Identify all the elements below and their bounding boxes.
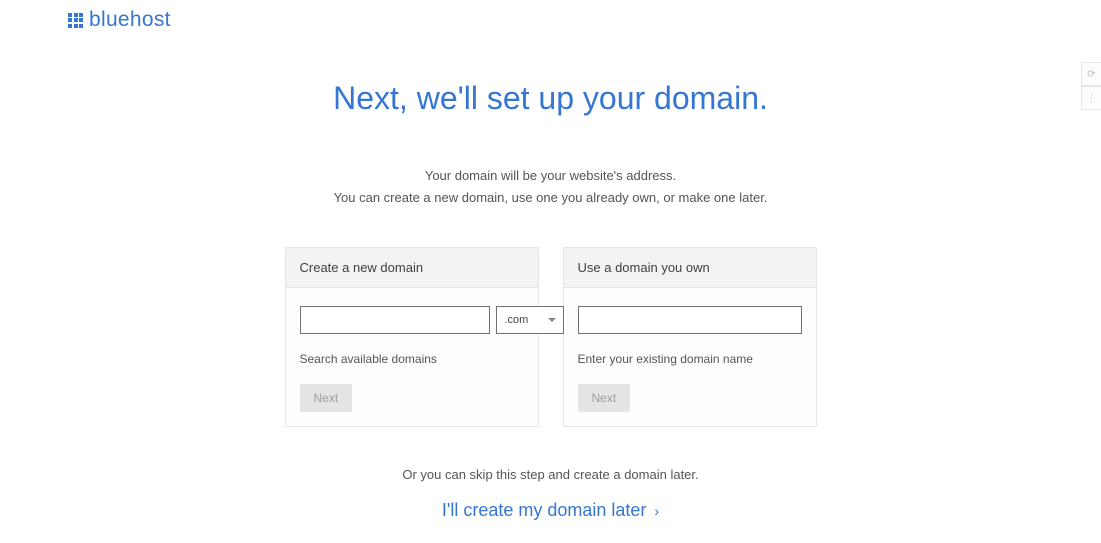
new-domain-input[interactable] [300,306,490,334]
own-domain-header: Use a domain you own [564,248,816,288]
page-subtitle-line1: Your domain will be your website's addre… [0,165,1101,187]
brand-name: bluehost [89,8,171,32]
chevron-right-icon: › [654,503,659,519]
create-domain-header: Create a new domain [286,248,538,288]
own-domain-input[interactable] [578,306,802,334]
own-domain-card: Use a domain you own Enter your existing… [563,247,817,427]
page-title: Next, we'll set up your domain. [0,80,1101,117]
side-widget-bottom[interactable]: ⋮ [1081,86,1101,110]
create-domain-helper: Search available domains [300,352,524,366]
tld-select[interactable]: .com [496,306,564,334]
brand-logo[interactable]: bluehost [68,8,171,32]
skip-lead-text: Or you can skip this step and create a d… [0,467,1101,482]
create-domain-card: Create a new domain .com Search availabl… [285,247,539,427]
grid-icon [68,13,83,28]
skip-link-text: I'll create my domain later [442,500,647,521]
own-domain-next-button[interactable]: Next [578,384,631,412]
page-subtitle-line2: You can create a new domain, use one you… [0,187,1101,209]
own-domain-helper: Enter your existing domain name [578,352,802,366]
side-widgets: ⟳ ⋮ [1081,62,1101,110]
side-widget-top[interactable]: ⟳ [1081,62,1101,86]
skip-domain-link[interactable]: I'll create my domain later › [442,500,659,521]
create-domain-next-button[interactable]: Next [300,384,353,412]
